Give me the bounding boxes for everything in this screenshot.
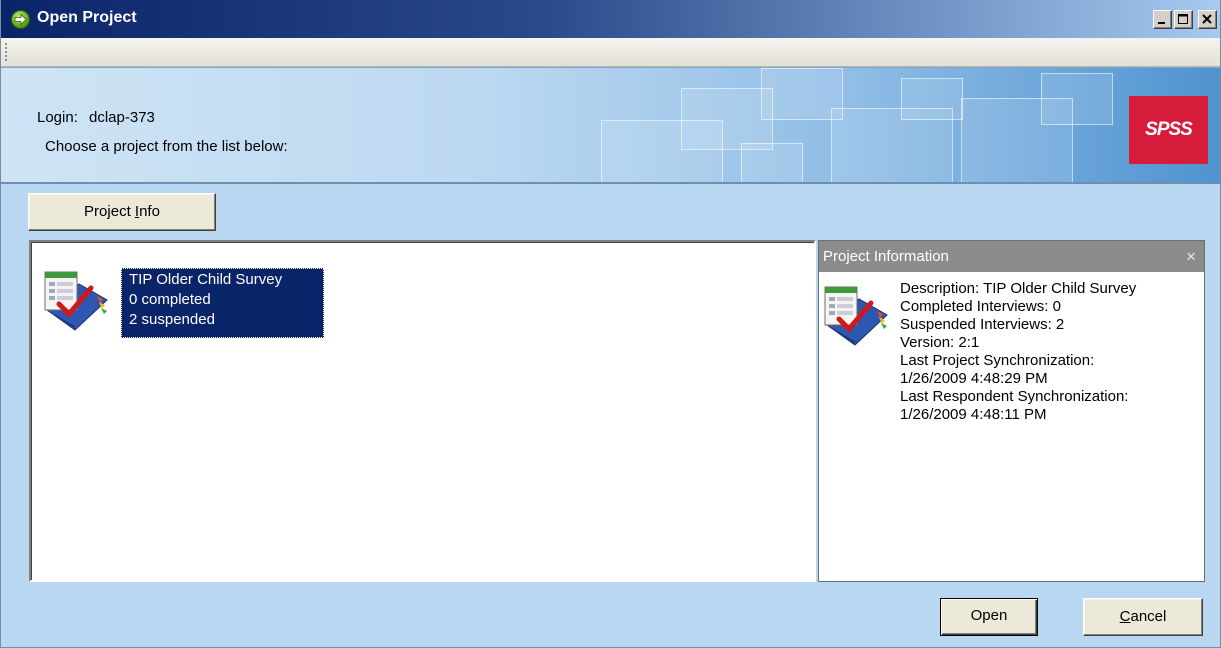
project-name: TIP Older Child Survey [129, 271, 283, 288]
detail-version: Version: 2:1 [900, 334, 980, 351]
login-value: dclap-373 [89, 109, 155, 126]
maximize-button[interactable] [1174, 10, 1193, 29]
header-banner: Login: dclap-373 Choose a project from th… [1, 67, 1220, 184]
login-label: Login: [37, 109, 78, 126]
project-completed: 0 completed [129, 291, 211, 308]
project-book-icon [41, 266, 113, 341]
cancel-button[interactable]: Cancel [1083, 598, 1203, 636]
minimize-button[interactable] [1153, 10, 1172, 29]
open-button[interactable]: Open [940, 598, 1038, 636]
spss-logo: SPSS [1129, 96, 1208, 164]
logo-text: SPSS [1145, 119, 1193, 140]
project-info-button[interactable]: Project Info [28, 193, 216, 231]
project-details: Description: TIP Older Child Survey Comp… [900, 280, 1136, 424]
project-list[interactable]: TIP Older Child Survey 0 completed 2 sus… [29, 240, 816, 582]
window-title: Open Project [37, 9, 137, 26]
project-book-icon [821, 281, 893, 356]
panel-header: Project Information × [819, 241, 1204, 272]
detail-description: Description: TIP Older Child Survey [900, 280, 1137, 297]
project-information-panel: Project Information × Description: TIP O… [818, 240, 1205, 582]
project-info-label-part: Project [84, 203, 135, 220]
detail-project-sync-label: Last Project Synchronization: [900, 352, 1095, 369]
project-info-label-part: nfo [139, 203, 160, 220]
panel-title: Project Information [823, 248, 949, 265]
open-project-dialog: Open Project Login: dclap-373 Choose a pr… [0, 0, 1221, 648]
login-row: Login: dclap-373 [37, 109, 155, 126]
detail-project-sync-value: 1/26/2009 4:48:29 PM [900, 370, 1048, 387]
detail-respondent-sync-label: Last Respondent Synchronization: [900, 388, 1129, 405]
green-arrow-circle-icon [11, 10, 30, 29]
detail-suspended: Suspended Interviews: 2 [900, 316, 1065, 333]
list-item[interactable]: TIP Older Child Survey 0 completed 2 sus… [121, 268, 324, 338]
detail-respondent-sync-value: 1/26/2009 4:48:11 PM [900, 406, 1047, 423]
instruction-text: Choose a project from the list below: [45, 138, 288, 155]
toolbar-grip[interactable] [5, 42, 7, 62]
cancel-accelerator: C [1119, 608, 1131, 625]
title-bar[interactable]: Open Project [1, 0, 1220, 38]
close-icon[interactable]: × [1186, 241, 1196, 272]
project-suspended: 2 suspended [129, 311, 215, 328]
cancel-label-part: ancel [1130, 608, 1167, 625]
close-button[interactable] [1198, 10, 1217, 29]
detail-completed: Completed Interviews: 0 [900, 298, 1061, 315]
toolbar [1, 38, 1220, 67]
